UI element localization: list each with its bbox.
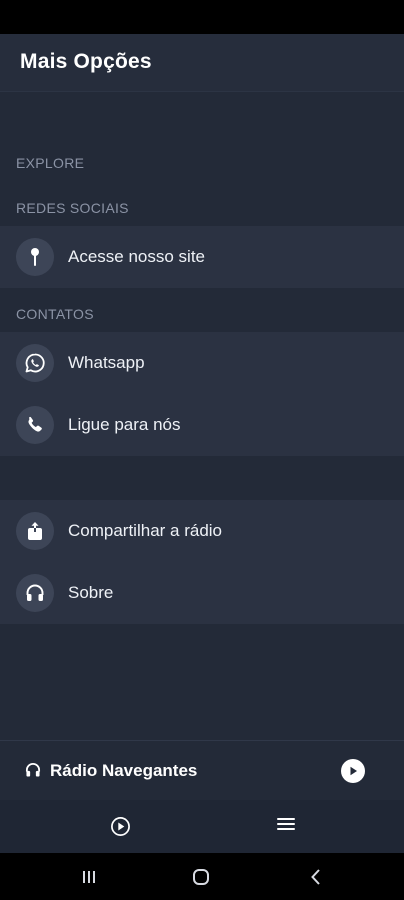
back-icon[interactable] [309,868,323,891]
menu-item-about[interactable]: Sobre [0,562,404,624]
station-name: Rádio Navegantes [50,761,198,780]
play-circle-icon [111,817,130,836]
bottom-tab-bar [0,800,404,853]
menu-item-label: Whatsapp [68,353,145,372]
menu-item-label: Acesse nosso site [68,247,206,266]
recents-icon[interactable] [81,869,97,890]
whatsapp-icon [16,344,54,382]
menu-item-website[interactable]: Acesse nosso site [0,226,404,288]
mini-player[interactable]: Rádio Navegantes [0,740,404,801]
menu-icon [277,818,295,830]
menu-item-label: Ligue para nós [68,415,181,434]
headphones-icon [24,761,42,784]
menu-item-call[interactable]: Ligue para nós [0,394,404,456]
menu-item-share[interactable]: Compartilhar a rádio [0,500,404,562]
app-header: Mais Opções [0,34,404,92]
tab-menu[interactable] [276,816,296,837]
menu-item-label: Compartilhar a rádio [68,521,223,540]
menu-item-label: Sobre [68,583,114,602]
status-bar [0,0,404,34]
headphones-icon [16,574,54,612]
section-label-contacts: CONTATOS [16,306,94,322]
phone-icon [16,406,54,444]
share-icon [16,512,54,550]
page-title: Mais Opções [20,50,152,73]
play-icon [350,766,357,776]
menu-item-whatsapp[interactable]: Whatsapp [0,332,404,394]
pin-icon [16,238,54,276]
home-icon[interactable] [192,868,210,891]
system-nav-bar [0,853,404,900]
play-button[interactable] [341,759,365,783]
tab-player[interactable] [110,816,131,842]
section-label-explore: EXPLORE [16,155,85,171]
section-label-social: REDES SOCIAIS [16,200,129,216]
